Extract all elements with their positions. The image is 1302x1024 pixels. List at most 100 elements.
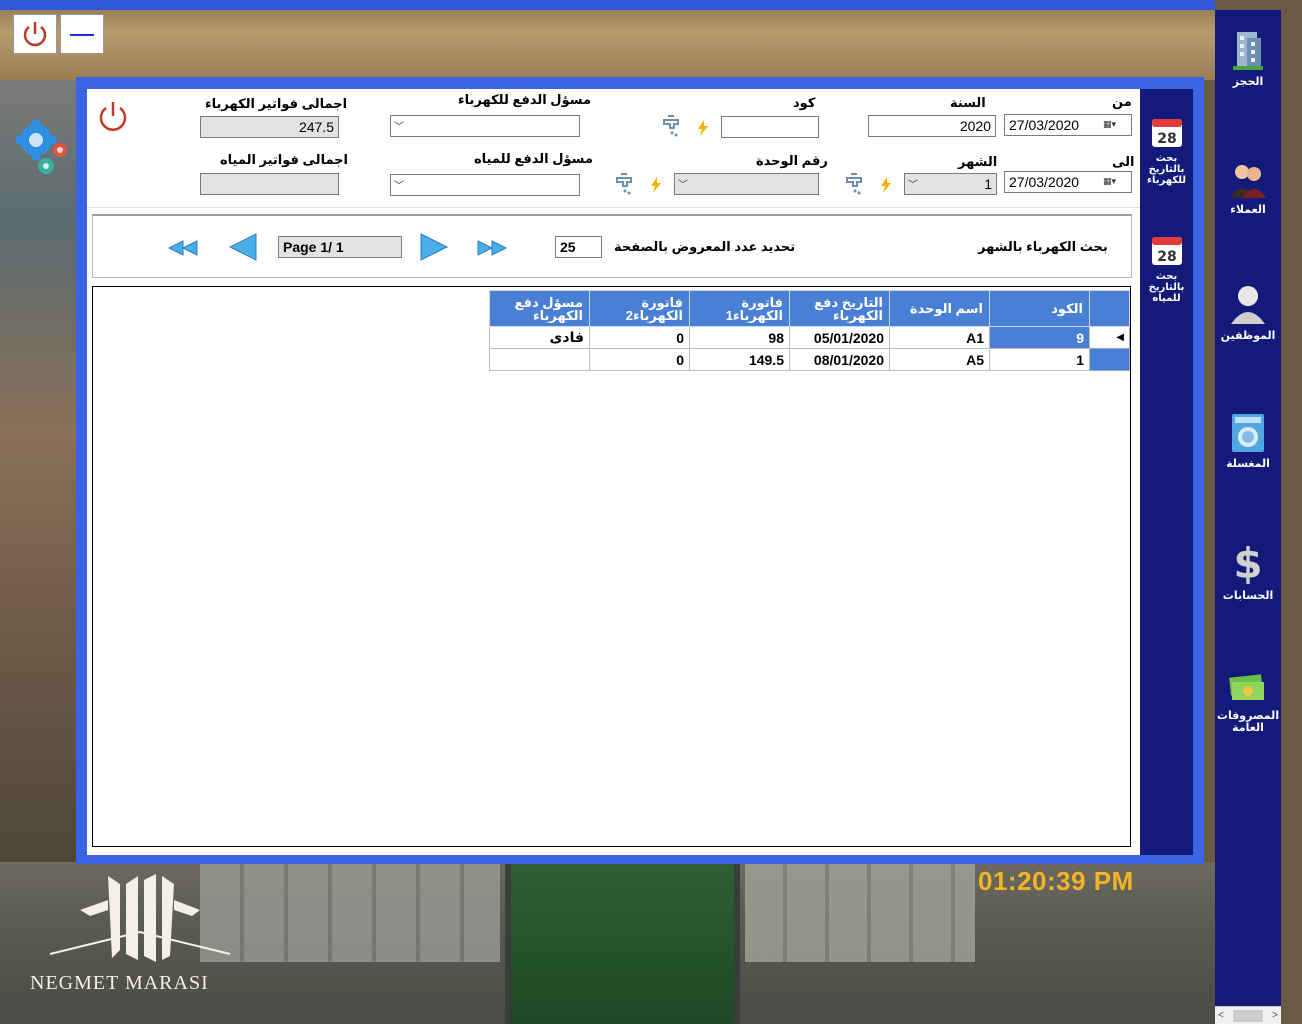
minimize-button[interactable]	[60, 14, 104, 54]
month-value: 1	[984, 176, 992, 192]
money-icon	[1229, 674, 1264, 700]
first-page-icon[interactable]	[165, 238, 199, 258]
calendar-dropdown-icon[interactable]: ▦▾	[1103, 176, 1127, 188]
row-header[interactable]	[1089, 348, 1130, 371]
separator	[87, 207, 1140, 208]
electric-date-search-button[interactable]: 28 بحث بالتاريخ للكهرباء	[1140, 115, 1193, 186]
year-label: السنة	[950, 95, 986, 110]
total-electric-label: اجمالى فواتير الكهرباء	[205, 96, 348, 111]
chevron-down-icon: ﹀	[678, 180, 688, 191]
cell-code[interactable]: 9	[989, 326, 1090, 349]
row-selector-icon[interactable]: ◀	[1089, 326, 1130, 349]
background-wall	[0, 80, 78, 870]
scroll-thumb[interactable]	[1233, 1009, 1263, 1022]
water-payer-label: مسؤل الدفع للمياه	[474, 151, 593, 166]
chevron-down-icon: ﹀	[394, 122, 404, 133]
scroll-right-icon[interactable]: >	[1272, 1010, 1278, 1021]
column-header-unit-name[interactable]: اسم الوحدة	[889, 290, 990, 327]
cell-electric-payer[interactable]: فادى	[489, 326, 590, 349]
nav-item-accounts[interactable]: $ الحسابات	[1215, 538, 1281, 602]
cell-electric-bill-2[interactable]: 0	[589, 326, 690, 349]
cell-code[interactable]: 1	[989, 348, 1090, 371]
table-row[interactable]: فادى 0 98 05/01/2020 A1 9 ◀	[489, 326, 1130, 349]
power-icon	[23, 22, 47, 47]
scroll-left-icon[interactable]: <	[1218, 1010, 1224, 1021]
cell-electric-bill-1[interactable]: 149.5	[689, 348, 790, 371]
water-payer-select[interactable]: ﹀	[390, 174, 580, 196]
customers-icon	[1230, 165, 1266, 198]
chevron-down-icon: ﹀	[394, 181, 404, 192]
from-date-picker[interactable]: 27/03/2020 ▦▾	[1004, 114, 1132, 136]
search-side-nav: 28 بحث بالتاريخ للكهرباء 28 بحث بالتاريخ…	[1140, 89, 1193, 855]
cell-unit-name[interactable]: A1	[889, 326, 990, 349]
to-date-value: 27/03/2020	[1009, 174, 1080, 190]
electric-bills-grid: مسؤل دفع الكهرباء فاتورة الكهرباء2 فاتور…	[489, 290, 1130, 371]
electric-payer-select[interactable]: ﹀	[390, 115, 580, 137]
side-nav-label: بحث بالتاريخ للكهرباء	[1146, 153, 1187, 186]
total-electric-field: 247.5	[200, 116, 339, 138]
calendar-dropdown-icon[interactable]: ▦▾	[1103, 119, 1127, 131]
cell-payment-date[interactable]: 05/01/2020	[789, 326, 890, 349]
month-select[interactable]: ﹀ 1	[904, 173, 997, 195]
water-date-search-button[interactable]: 28 بحث بالتاريخ للمياه	[1140, 233, 1193, 304]
year-field[interactable]: 2020	[868, 115, 996, 137]
electric-payer-label: مسؤل الدفع للكهرباء	[458, 92, 591, 107]
previous-page-icon[interactable]	[227, 232, 259, 262]
background-building-right	[745, 862, 975, 962]
nav-item-customers[interactable]: العملاء	[1215, 160, 1281, 216]
code-field[interactable]	[721, 116, 819, 138]
month-label: الشهر	[958, 154, 998, 169]
table-row[interactable]: 0 149.5 08/01/2020 A5 1	[489, 348, 1130, 371]
next-page-icon[interactable]	[418, 232, 450, 262]
nav-label: الحجز	[1232, 76, 1264, 88]
cell-electric-bill-1[interactable]: 98	[689, 326, 790, 349]
svg-text:28: 28	[1157, 131, 1176, 147]
nav-label: المغسلة	[1226, 458, 1270, 470]
to-label: الى	[1112, 154, 1135, 169]
total-water-label: اجمالى فواتير المياه	[220, 152, 348, 167]
search-mode-label: بحث الكهرباء بالشهر	[978, 239, 1108, 254]
cell-electric-bill-2[interactable]: 0	[589, 348, 690, 371]
total-water-field	[200, 173, 339, 195]
column-header-code[interactable]: الكود	[989, 290, 1090, 327]
column-header-electric-payer[interactable]: مسؤل دفع الكهرباء	[489, 290, 590, 327]
power-button[interactable]	[13, 14, 57, 54]
cell-unit-name[interactable]: A5	[889, 348, 990, 371]
employee-icon	[1231, 286, 1265, 324]
nav-item-booking[interactable]: الحجز	[1215, 28, 1281, 88]
svg-text:28: 28	[1157, 249, 1176, 265]
chevron-down-icon: ﹀	[908, 180, 918, 191]
brand-name: NEGMET MARASI	[30, 972, 209, 994]
nav-item-laundry[interactable]: المغسلة	[1215, 412, 1281, 470]
cell-electric-payer[interactable]	[489, 348, 590, 371]
svg-text:$: $	[1233, 539, 1262, 586]
column-header-payment-date[interactable]: التاريخ دفع الكهرباء	[789, 290, 890, 327]
faucet-icon	[616, 173, 632, 195]
clock: 01:20:39 PM	[978, 866, 1134, 896]
nav-label: الموظفين	[1220, 330, 1276, 342]
nav-scrollbar[interactable]: < >	[1215, 1006, 1281, 1024]
close-form-power-icon[interactable]	[96, 99, 130, 133]
nav-item-employees[interactable]: الموظفين	[1215, 282, 1281, 342]
unit-number-select[interactable]: ﹀	[674, 173, 819, 195]
building-icon	[1233, 32, 1263, 70]
from-date-value: 27/03/2020	[1009, 117, 1080, 133]
to-date-picker[interactable]: 27/03/2020 ▦▾	[1004, 171, 1132, 193]
settings-gear-icon[interactable]	[12, 118, 74, 180]
nav-label: المصروفات العامة	[1216, 710, 1280, 734]
column-header-electric-bill-1[interactable]: فاتورة الكهرباء1	[689, 290, 790, 327]
background-gate	[505, 862, 740, 1024]
column-header-electric-bill-2[interactable]: فاتورة الكهرباء2	[589, 290, 690, 327]
lightning-icon	[881, 177, 891, 193]
faucet-icon	[663, 115, 679, 137]
last-page-icon[interactable]	[476, 238, 510, 258]
calendar-icon: 28	[1151, 119, 1182, 147]
nav-label: العملاء	[1230, 204, 1266, 216]
nav-item-general-expenses[interactable]: المصروفات العامة	[1215, 672, 1281, 734]
page-size-field[interactable]: 25	[555, 236, 602, 258]
cell-payment-date[interactable]: 08/01/2020	[789, 348, 890, 371]
lightning-icon	[651, 177, 661, 193]
grid-header-row: مسؤل دفع الكهرباء فاتورة الكهرباء2 فاتور…	[489, 290, 1130, 327]
lightning-icon	[698, 120, 708, 136]
side-nav-label: بحث بالتاريخ للمياه	[1148, 271, 1185, 304]
